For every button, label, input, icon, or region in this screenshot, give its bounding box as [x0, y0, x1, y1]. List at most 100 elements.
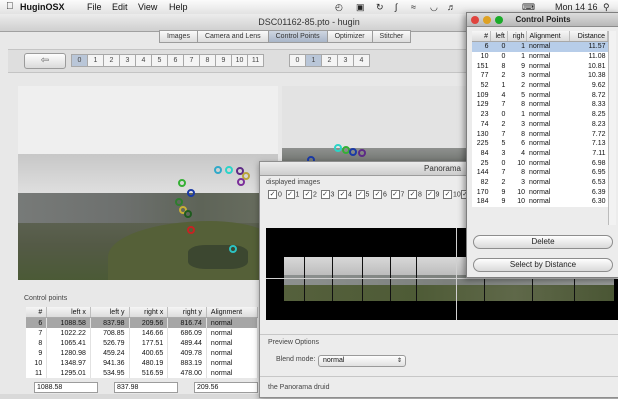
clock-icon[interactable]: ◴ [335, 1, 343, 13]
tab-camera-and-lens[interactable]: Camera and Lens [196, 30, 269, 43]
zoom-icon[interactable] [495, 16, 503, 24]
image-1-checkbox[interactable]: ✓ 1 [285, 190, 299, 199]
list-row[interactable]: 25 0 10 normal 6.98 [472, 158, 608, 168]
left-image-0-button[interactable]: 0 [71, 54, 88, 67]
image-10-checkbox[interactable]: ✓ 10 [443, 190, 461, 199]
list-row[interactable]: 225 5 6 normal 7.13 [472, 139, 608, 149]
table-row[interactable]: 6 1088.58 837.98 209.56 816.74 normal [26, 317, 259, 328]
left-image-1-button[interactable]: 1 [87, 54, 104, 67]
left-image-11-button[interactable]: 11 [247, 54, 264, 67]
column-header[interactable]: right y [167, 307, 207, 318]
column-header[interactable]: Alignment [206, 307, 259, 318]
wifi-icon[interactable]: ◡ [430, 1, 438, 13]
volume-icon[interactable]: ♬ [447, 1, 456, 13]
control-point-marker[interactable] [237, 178, 245, 186]
list-row[interactable]: 6 0 1 normal 11.57 [472, 41, 608, 52]
list-row[interactable]: 82 2 3 normal 6.53 [472, 178, 608, 188]
control-point-marker[interactable] [358, 149, 366, 157]
select-by-distance-button[interactable]: Select by Distance [473, 258, 613, 272]
image-0-checkbox[interactable]: ✓ 0 [268, 190, 282, 199]
control-point-marker[interactable] [349, 148, 357, 156]
list-row[interactable]: 109 4 5 normal 8.72 [472, 90, 608, 100]
right-image-4-button[interactable]: 4 [353, 54, 370, 67]
list-row[interactable]: 151 8 9 normal 10.81 [472, 61, 608, 71]
image-7-checkbox[interactable]: ✓ 7 [390, 190, 404, 199]
image-5-checkbox[interactable]: ✓ 5 [355, 190, 369, 199]
control-point-marker[interactable] [175, 198, 183, 206]
minimize-icon[interactable] [483, 16, 491, 24]
list-row[interactable]: 52 1 2 normal 9.62 [472, 81, 608, 91]
left-image-view[interactable] [18, 86, 278, 280]
left-image-7-button[interactable]: 7 [183, 54, 200, 67]
left-image-5-button[interactable]: 5 [151, 54, 168, 67]
right-image-3-button[interactable]: 3 [337, 54, 354, 67]
list-row[interactable]: 129 7 8 normal 8.33 [472, 100, 608, 110]
column-header[interactable]: # [472, 31, 491, 42]
control-point-marker[interactable] [187, 226, 195, 234]
blend-mode-select[interactable]: normal ⇕ [318, 355, 406, 367]
control-point-marker[interactable] [187, 189, 195, 197]
delete-button[interactable]: Delete [473, 235, 613, 249]
column-header[interactable]: righ [507, 31, 528, 42]
bluetooth-icon[interactable]: ∫ [395, 1, 397, 13]
menu-edit[interactable]: Edit [112, 1, 128, 13]
left-image-3-button[interactable]: 3 [119, 54, 136, 67]
list-row[interactable]: 184 9 10 normal 6.30 [472, 197, 608, 207]
right-image-1-button[interactable]: 1 [305, 54, 322, 67]
previous-pair-button[interactable]: ⇦ [24, 53, 66, 69]
control-point-marker[interactable] [229, 245, 237, 253]
tab-control-points[interactable]: Control Points [267, 30, 328, 43]
tab-optimizer[interactable]: Optimizer [326, 30, 373, 43]
column-header[interactable]: # [26, 307, 48, 318]
column-header[interactable]: right x [129, 307, 169, 318]
image-6-checkbox[interactable]: ✓ 6 [373, 190, 387, 199]
left-image-10-button[interactable]: 10 [231, 54, 248, 67]
list-row[interactable]: 130 7 8 normal 7.72 [472, 129, 608, 139]
image-8-checkbox[interactable]: ✓ 8 [408, 190, 422, 199]
table-row[interactable]: 10 1348.97 941.36 480.19 883.19 normal [26, 358, 259, 368]
menu-file[interactable]: File [87, 1, 102, 13]
table-row[interactable]: 7 1022.22 708.85 146.66 686.09 normal [26, 328, 259, 338]
column-header[interactable]: Distance [569, 31, 608, 42]
table-row[interactable]: 8 1065.41 526.79 177.51 489.44 normal [26, 338, 259, 348]
table-row[interactable]: 11 1295.01 534.95 516.59 478.00 normal [26, 368, 259, 378]
tab-stitcher[interactable]: Stitcher [371, 30, 412, 43]
menu-view[interactable]: View [138, 1, 157, 13]
left-image-8-button[interactable]: 8 [199, 54, 216, 67]
control-point-marker[interactable] [334, 144, 342, 152]
list-scrollbar[interactable] [608, 31, 616, 225]
list-row[interactable]: 23 0 1 normal 8.25 [472, 110, 608, 120]
image-2-checkbox[interactable]: ✓ 2 [303, 190, 317, 199]
tab-images[interactable]: Images [159, 30, 198, 43]
table-row[interactable]: 9 1280.98 459.24 400.65 409.78 normal [26, 348, 259, 358]
sync-icon[interactable]: ↻ [376, 1, 384, 13]
list-row[interactable]: 10 0 1 normal 11.08 [472, 52, 608, 62]
display-icon[interactable]: ▣ [356, 1, 365, 13]
column-header[interactable]: left x [46, 307, 91, 318]
column-header[interactable]: Alignment [526, 31, 571, 42]
apple-menu-icon[interactable]:  [6, 1, 14, 13]
control-point-marker[interactable] [225, 166, 233, 174]
image-4-checkbox[interactable]: ✓ 4 [338, 190, 352, 199]
list-row[interactable]: 84 3 4 normal 7.11 [472, 149, 608, 159]
menu-help[interactable]: Help [169, 1, 188, 13]
column-header[interactable]: left [490, 31, 508, 42]
left-image-9-button[interactable]: 9 [215, 54, 232, 67]
left-image-6-button[interactable]: 6 [167, 54, 184, 67]
right-image-0-button[interactable]: 0 [289, 54, 306, 67]
left-y-field[interactable]: 837.98 [114, 382, 178, 393]
image-9-checkbox[interactable]: ✓ 9 [425, 190, 439, 199]
right-image-2-button[interactable]: 2 [321, 54, 338, 67]
left-image-4-button[interactable]: 4 [135, 54, 152, 67]
list-row[interactable]: 144 7 8 normal 6.95 [472, 168, 608, 178]
control-point-marker[interactable] [214, 166, 222, 174]
list-row[interactable]: 77 2 3 normal 10.38 [472, 71, 608, 81]
list-row[interactable]: 170 9 10 normal 6.39 [472, 187, 608, 197]
right-x-field[interactable]: 209.56 [194, 382, 258, 393]
script-icon[interactable]: ≈ [411, 1, 416, 13]
control-point-marker[interactable] [184, 210, 192, 218]
left-image-2-button[interactable]: 2 [103, 54, 120, 67]
control-point-marker[interactable] [178, 179, 186, 187]
left-x-field[interactable]: 1088.58 [34, 382, 98, 393]
close-icon[interactable] [471, 16, 479, 24]
